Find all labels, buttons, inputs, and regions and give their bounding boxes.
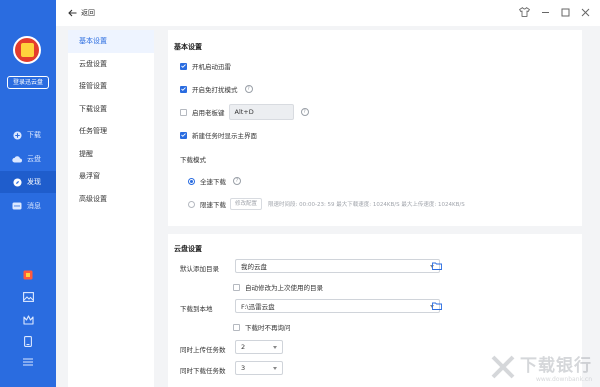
sidebar-item-label: 下载 bbox=[27, 131, 41, 139]
arrow-left-icon bbox=[68, 9, 77, 17]
tab-advanced-settings[interactable]: 高级设置 bbox=[68, 188, 154, 211]
title-bar: 返回 bbox=[56, 0, 600, 26]
autostart-checkbox[interactable] bbox=[180, 62, 187, 70]
boss-key-input[interactable]: Alt+D bbox=[228, 104, 294, 120]
sidebar-item-cloud[interactable]: 云盘 bbox=[0, 148, 56, 170]
limited-option[interactable]: 限速下载 修改配置 限速时间段: 00:00-23: 59 最大下载速度: 10… bbox=[188, 198, 465, 210]
boss-key-checkbox[interactable] bbox=[180, 108, 187, 116]
app-window: 登录迅云盘 下载 云盘 发现 消息 返回 基本设置 云盘设置 接管设置 下载设置… bbox=[0, 0, 600, 387]
local-dir-value: F:\迅雷云盘 bbox=[241, 303, 275, 311]
chevron-down-icon bbox=[273, 367, 277, 370]
cloud-icon bbox=[12, 154, 22, 164]
dnd-checkbox[interactable] bbox=[180, 85, 187, 93]
tablet-icon[interactable] bbox=[0, 336, 56, 347]
tab-task-management[interactable]: 任务管理 bbox=[68, 120, 154, 143]
help-icon[interactable]: ? bbox=[233, 177, 241, 185]
auto-modify-option[interactable]: 自动修改为上次使用的目录 bbox=[233, 282, 323, 292]
crown-icon[interactable] bbox=[0, 315, 56, 325]
show-main-checkbox[interactable] bbox=[180, 131, 187, 139]
tab-download-settings[interactable]: 下载设置 bbox=[68, 98, 154, 121]
watermark-logo-icon bbox=[491, 355, 515, 379]
no-ask-option[interactable]: 下载时不再询问 bbox=[233, 322, 291, 332]
fullspeed-option[interactable]: 全速下载 ? bbox=[188, 176, 241, 186]
help-icon[interactable]: ? bbox=[244, 85, 253, 93]
skin-icon[interactable] bbox=[519, 7, 530, 19]
left-sidebar: 登录迅云盘 下载 云盘 发现 消息 bbox=[0, 0, 56, 387]
option-label: 限速下载 bbox=[200, 201, 226, 209]
tab-takeover-settings[interactable]: 接管设置 bbox=[68, 75, 154, 98]
tab-cloud-settings[interactable]: 云盘设置 bbox=[68, 53, 154, 76]
window-controls bbox=[519, 7, 590, 19]
tab-basic-settings[interactable]: 基本设置 bbox=[68, 30, 154, 53]
photo-icon[interactable] bbox=[0, 292, 56, 302]
watermark-text: 下载银行 bbox=[520, 356, 592, 376]
option-label: 全速下载 bbox=[200, 178, 226, 186]
tab-reminders[interactable]: 提醒 bbox=[68, 143, 154, 166]
edit-config-button[interactable]: 修改配置 bbox=[230, 198, 263, 210]
sidebar-item-label: 发现 bbox=[27, 178, 41, 186]
option-label: 新建任务时显示主界面 bbox=[192, 132, 257, 140]
chevron-down-icon bbox=[273, 346, 277, 349]
autostart-option[interactable]: 开机启动迅雷 bbox=[180, 61, 231, 71]
menu-icon[interactable] bbox=[0, 358, 56, 366]
option-label: 开启免打扰模式 bbox=[192, 86, 238, 94]
minimize-icon[interactable] bbox=[541, 8, 550, 19]
option-label: 自动修改为上次使用的目录 bbox=[245, 284, 323, 292]
local-dir-select[interactable]: F:\迅雷云盘 bbox=[235, 299, 440, 313]
sidebar-item-label: 消息 bbox=[27, 202, 41, 210]
no-ask-checkbox[interactable] bbox=[233, 323, 240, 331]
folder-icon[interactable] bbox=[432, 302, 442, 312]
settings-nav: 基本设置 云盘设置 接管设置 下载设置 任务管理 提醒 悬浮窗 高级设置 bbox=[68, 30, 154, 387]
show-main-option[interactable]: 新建任务时显示主界面 bbox=[180, 130, 257, 140]
fullspeed-radio[interactable] bbox=[188, 177, 195, 185]
upload-count-value: 2 bbox=[241, 343, 246, 351]
help-icon[interactable]: ? bbox=[300, 108, 309, 116]
watermark-url: www.downbank.cn bbox=[535, 376, 592, 383]
login-button[interactable]: 登录迅云盘 bbox=[7, 76, 49, 89]
option-label: 启用老板键 bbox=[192, 109, 225, 117]
section-title: 基本设置 bbox=[174, 43, 202, 51]
limit-info: 限速时间段: 00:00-23: 59 最大下载速度: 1024KB/S 最大上… bbox=[268, 202, 465, 208]
default-dir-value: 我的云盘 bbox=[241, 263, 267, 271]
option-label: 下载时不再询问 bbox=[245, 324, 291, 332]
folder-icon[interactable] bbox=[432, 262, 442, 272]
auto-modify-checkbox[interactable] bbox=[233, 283, 240, 291]
close-icon[interactable] bbox=[581, 8, 590, 19]
message-icon bbox=[12, 201, 22, 211]
dnd-option[interactable]: 开启免打扰模式 ? bbox=[180, 84, 253, 94]
sidebar-item-download[interactable]: 下载 bbox=[0, 124, 56, 146]
local-dir-label: 下载到本地 bbox=[180, 305, 213, 313]
sidebar-item-label: 云盘 bbox=[27, 155, 41, 163]
upload-count-label: 同时上传任务数 bbox=[180, 346, 226, 354]
option-label: 开机启动迅雷 bbox=[192, 63, 231, 71]
sidebar-item-discover[interactable]: 发现 bbox=[0, 171, 56, 193]
gift-icon[interactable] bbox=[0, 270, 56, 280]
default-dir-label: 默认添加目录 bbox=[180, 265, 219, 273]
tab-floating-window[interactable]: 悬浮窗 bbox=[68, 165, 154, 188]
download-count-select[interactable]: 3 bbox=[235, 361, 283, 375]
compass-icon bbox=[12, 177, 22, 187]
boss-key-option[interactable]: 启用老板键 Alt+D ? bbox=[180, 104, 309, 120]
download-count-value: 3 bbox=[241, 364, 246, 372]
upload-count-select[interactable]: 2 bbox=[235, 340, 283, 354]
back-label: 返回 bbox=[81, 9, 95, 17]
sidebar-item-messages[interactable]: 消息 bbox=[0, 195, 56, 217]
plus-circle-icon bbox=[12, 130, 22, 140]
maximize-icon[interactable] bbox=[561, 8, 570, 19]
back-button[interactable]: 返回 bbox=[68, 8, 95, 18]
download-mode-label: 下载模式 bbox=[180, 156, 206, 164]
watermark: 下载银行 www.downbank.cn bbox=[490, 351, 592, 383]
section-title: 云盘设置 bbox=[174, 245, 202, 253]
avatar[interactable] bbox=[13, 36, 41, 64]
download-count-label: 同时下载任务数 bbox=[180, 367, 226, 375]
default-dir-select[interactable]: 我的云盘 bbox=[235, 259, 440, 273]
basic-settings-card: 基本设置 开机启动迅雷 开启免打扰模式 ? 启用老板键 Alt+D ? 新建任务… bbox=[168, 30, 582, 226]
limited-radio[interactable] bbox=[188, 200, 195, 208]
